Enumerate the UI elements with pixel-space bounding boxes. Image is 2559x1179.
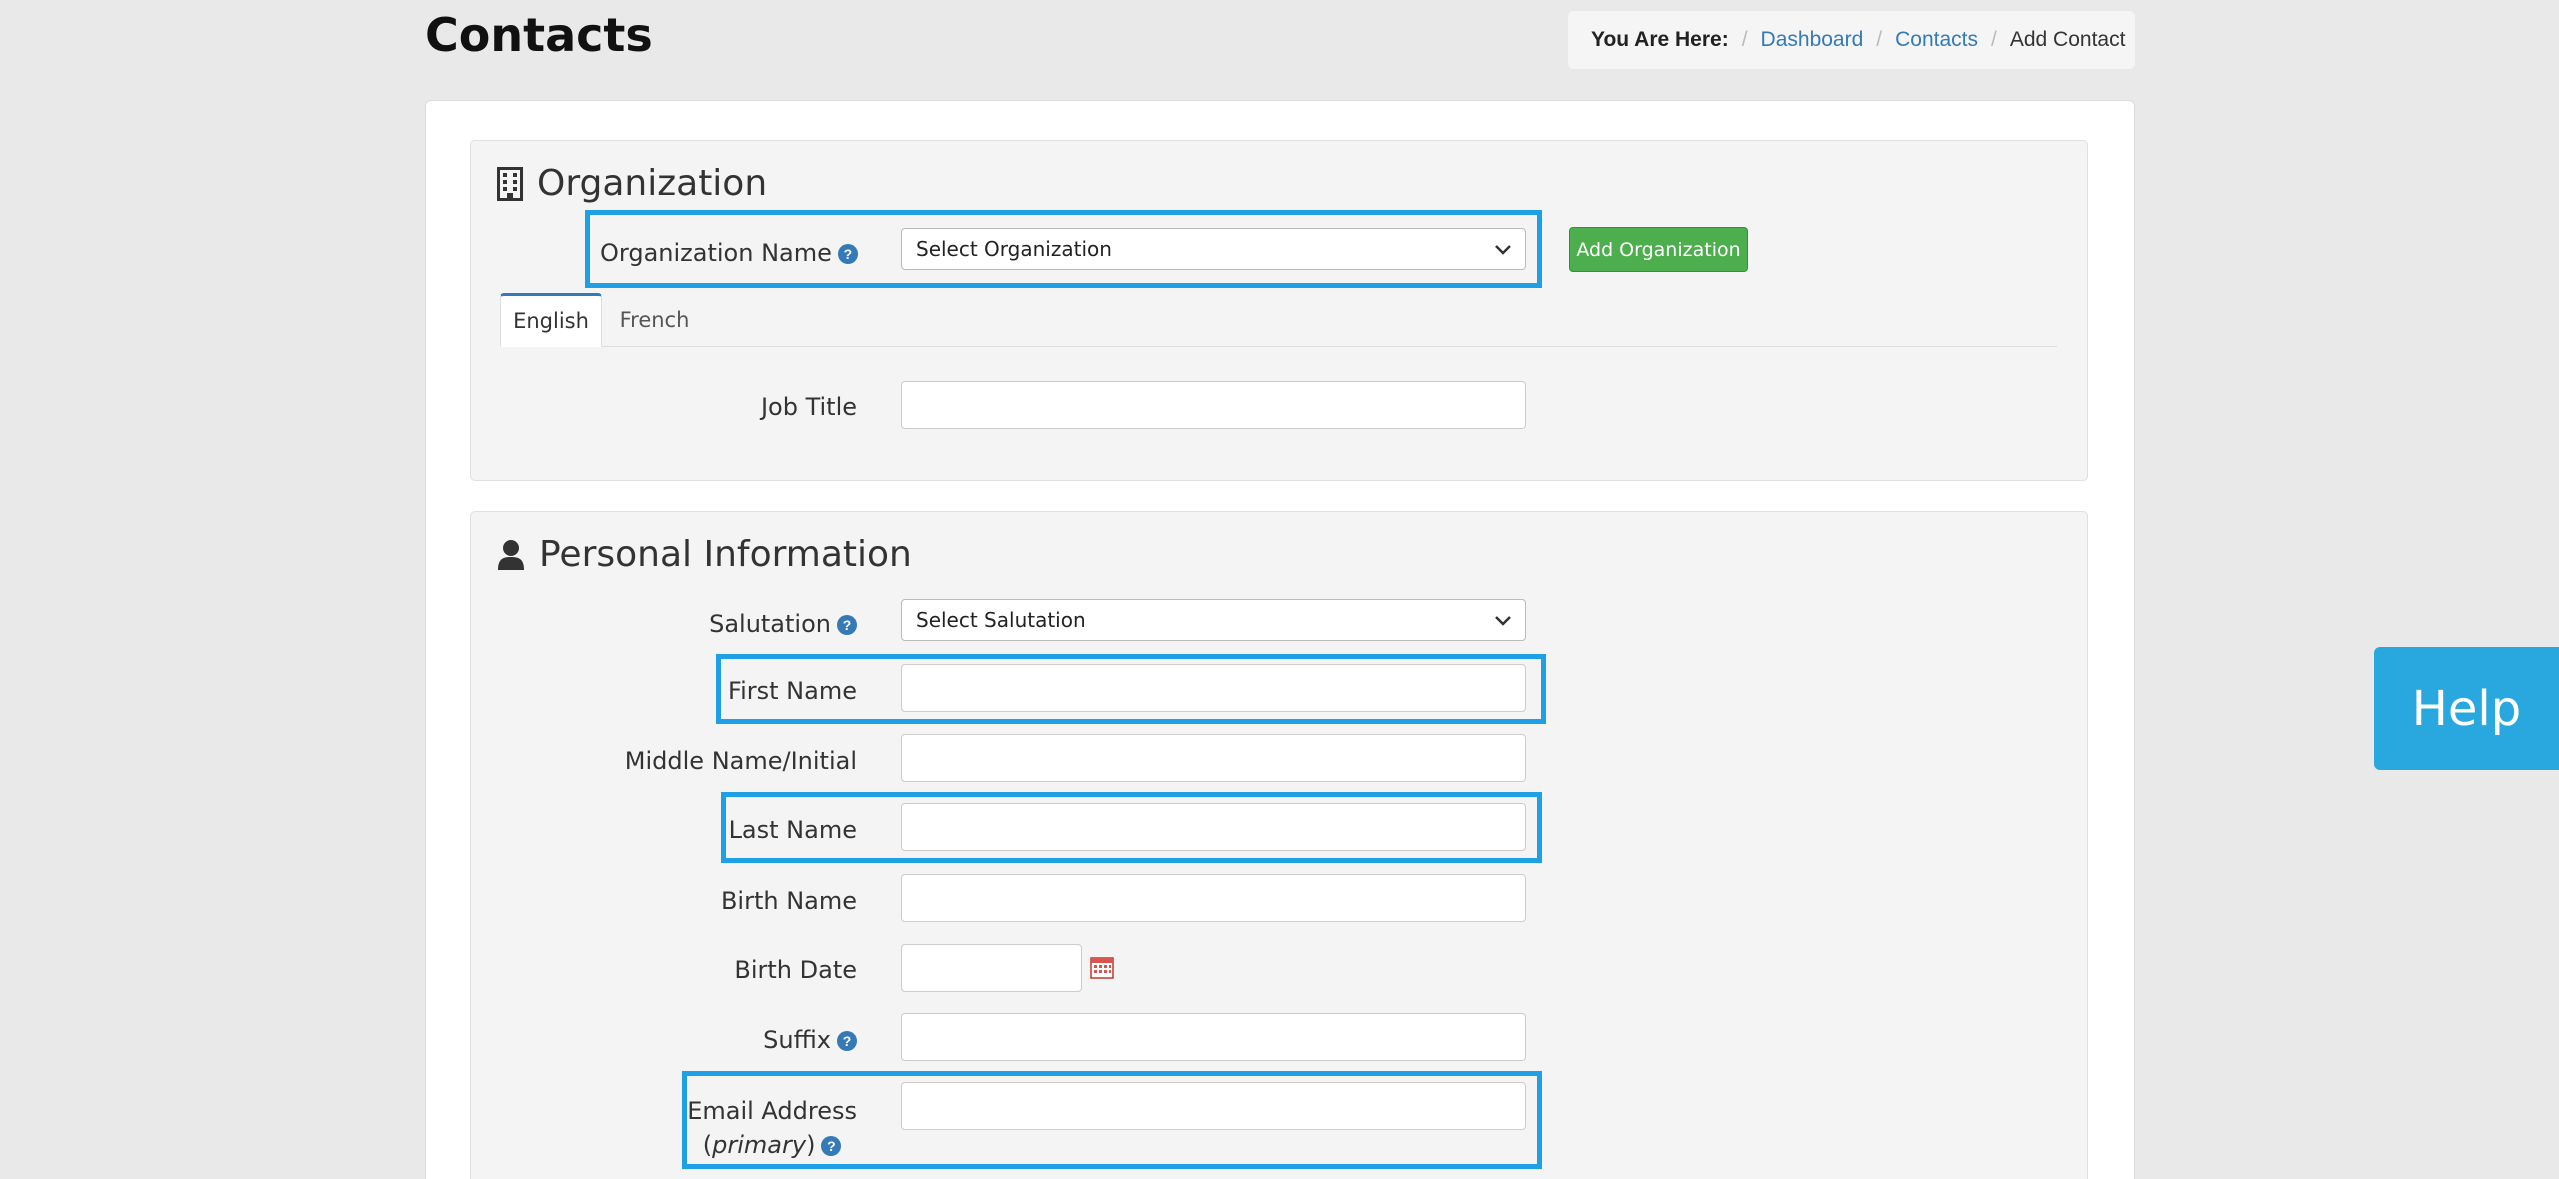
add-organization-button[interactable]: Add Organization — [1569, 227, 1748, 272]
job-title-input[interactable] — [901, 381, 1526, 429]
email-label-line2: (primary)? — [687, 1128, 857, 1162]
suffix-input[interactable] — [901, 1013, 1526, 1061]
job-title-label: Job Title — [760, 393, 857, 421]
chevron-down-icon — [1495, 240, 1511, 259]
salutation-label: Salutation? — [709, 610, 857, 638]
last-name-label: Last Name — [728, 816, 857, 844]
personal-info-heading: Personal Information — [497, 534, 912, 575]
question-icon[interactable]: ? — [837, 1031, 857, 1051]
question-icon[interactable]: ? — [837, 244, 858, 264]
user-icon — [497, 539, 525, 571]
first-name-input[interactable] — [901, 664, 1526, 712]
tab-french[interactable]: French — [612, 293, 697, 347]
calendar-icon[interactable] — [1090, 955, 1114, 979]
middle-name-label: Middle Name/Initial — [624, 747, 857, 775]
salutation-select-value: Select Salutation — [916, 608, 1086, 632]
birth-date-input[interactable] — [901, 944, 1082, 992]
organization-heading-text: Organization — [537, 163, 768, 204]
suffix-label-text: Suffix — [763, 1026, 831, 1054]
birth-name-label: Birth Name — [720, 887, 857, 915]
organization-select-value: Select Organization — [916, 237, 1112, 261]
breadcrumb-separator: / — [1741, 28, 1748, 51]
chevron-down-icon — [1495, 611, 1511, 630]
email-input[interactable] — [901, 1082, 1526, 1130]
birth-name-input[interactable] — [901, 874, 1526, 922]
question-icon[interactable]: ? — [837, 615, 857, 635]
question-icon[interactable]: ? — [821, 1136, 842, 1156]
breadcrumb-lead: You Are Here: — [1591, 28, 1729, 51]
first-name-label: First Name — [728, 677, 857, 705]
breadcrumb-contacts-link[interactable]: Contacts — [1895, 28, 1978, 52]
birth-date-label: Birth Date — [734, 956, 857, 984]
organization-heading: Organization — [497, 163, 767, 204]
organization-name-label-text: Organization Name — [600, 239, 832, 267]
breadcrumb-separator: / — [1876, 28, 1883, 51]
breadcrumb: You Are Here: / Dashboard / Contacts / A… — [1568, 11, 2135, 69]
language-tabs: English French — [500, 293, 2057, 347]
salutation-select[interactable]: Select Salutation — [901, 599, 1526, 641]
page-title: Contacts — [425, 8, 653, 62]
breadcrumb-current: Add Contact — [2009, 28, 2126, 51]
tab-english[interactable]: English — [500, 293, 602, 347]
salutation-label-text: Salutation — [709, 610, 831, 638]
email-label: Email Address (primary)? — [687, 1094, 857, 1162]
personal-info-heading-text: Personal Information — [539, 534, 912, 575]
last-name-input[interactable] — [901, 803, 1526, 851]
email-label-line1: Email Address — [687, 1097, 857, 1125]
organization-name-label: Organization Name? — [600, 239, 858, 267]
building-icon — [497, 166, 523, 201]
suffix-label: Suffix? — [763, 1026, 857, 1054]
breadcrumb-dashboard-link[interactable]: Dashboard — [1761, 28, 1864, 52]
organization-select[interactable]: Select Organization — [901, 228, 1526, 270]
email-label-primary: primary — [712, 1131, 807, 1159]
middle-name-input[interactable] — [901, 734, 1526, 782]
breadcrumb-separator: / — [1991, 28, 1997, 51]
help-button[interactable]: Help — [2374, 647, 2559, 770]
